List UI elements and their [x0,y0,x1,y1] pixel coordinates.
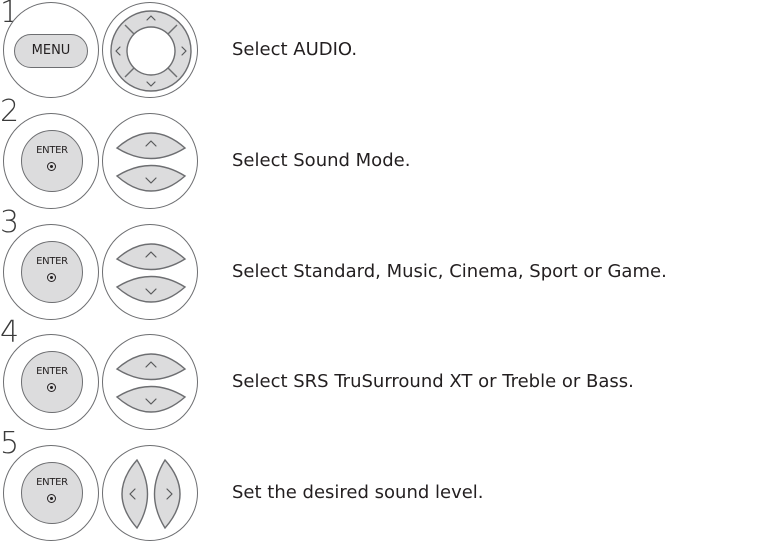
step-instruction: Select Standard, Music, Cinema, Sport or… [232,261,667,282]
enter-button-frame: ENTER [3,445,99,541]
enter-button-frame: ENTER [3,113,99,209]
enter-button[interactable]: ENTER [21,241,83,303]
step-number: 4 [0,315,20,350]
left-right-arrow-buttons-icon [102,445,198,541]
enter-label: ENTER [36,477,68,488]
step-3: 3 ENTER Select Standard, Music, Cinema, … [0,208,778,324]
right-arrow-button[interactable] [153,458,181,530]
four-way-arrow-pad-icon [102,2,198,98]
step-4: 4 ENTER Select SRS TruSurround XT or Tre… [0,318,778,434]
up-down-arrow-buttons-icon [102,224,198,320]
step-number: 5 [0,426,20,461]
left-arrow-button[interactable] [121,458,149,530]
enter-button-frame: ENTER [3,224,99,320]
down-arrow-button[interactable] [115,164,187,192]
step-instruction: Select SRS TruSurround XT or Treble or B… [232,371,634,392]
enter-label: ENTER [36,256,68,267]
step-number: 2 [0,94,20,129]
up-arrow-button[interactable] [115,353,187,381]
step-1: 1 MENU Select AUDIO. [0,0,778,102]
step-5: 5 ENTER Set the desired sound level. [0,429,778,545]
step-instruction: Select Sound Mode. [232,150,411,171]
enter-button[interactable]: ENTER [21,462,83,524]
enter-dot-icon [47,273,56,282]
up-arrow-button[interactable] [115,243,187,271]
enter-button[interactable]: ENTER [21,351,83,413]
nav-ring[interactable] [110,10,192,92]
step-2: 2 ENTER Select Sound Mode. [0,97,778,213]
enter-button[interactable]: ENTER [21,130,83,192]
enter-button-frame: ENTER [3,334,99,430]
step-instruction: Set the desired sound level. [232,482,484,503]
enter-label: ENTER [36,145,68,156]
up-arrow-button[interactable] [115,132,187,160]
four-way-arrow-pad-graphic [110,10,192,92]
enter-dot-icon [47,383,56,392]
step-number: 3 [0,205,20,240]
down-arrow-button[interactable] [115,385,187,413]
menu-button-frame: MENU [3,2,99,98]
up-down-arrow-buttons-icon [102,334,198,430]
down-arrow-button[interactable] [115,275,187,303]
enter-dot-icon [47,494,56,503]
enter-label: ENTER [36,366,68,377]
enter-dot-icon [47,162,56,171]
up-down-arrow-buttons-icon [102,113,198,209]
step-instruction: Select AUDIO. [232,39,358,60]
menu-button[interactable]: MENU [14,34,88,68]
